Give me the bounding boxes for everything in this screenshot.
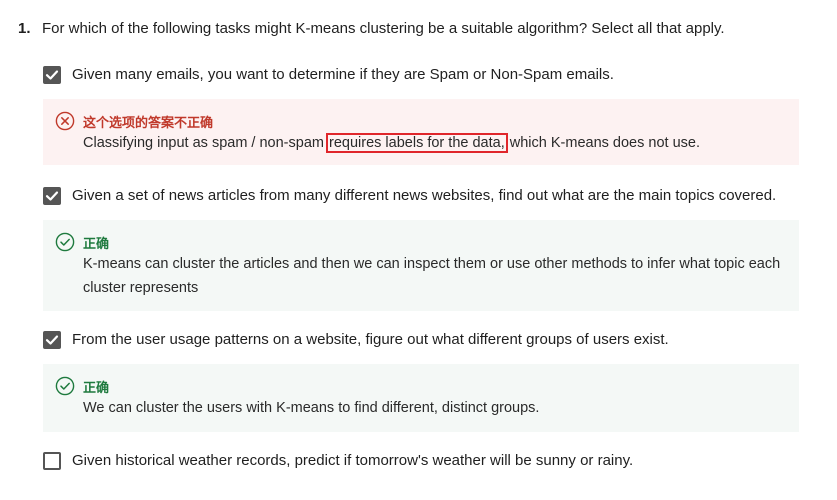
- check-circle-icon: [55, 376, 75, 396]
- feedback-text-before: Classifying input as spam / non-spam: [83, 135, 324, 151]
- feedback-option-2: 正确 K-means can cluster the articles and …: [43, 220, 799, 311]
- question-prompt: 1. For which of the following tasks might…: [18, 19, 817, 39]
- check-icon: [45, 70, 59, 80]
- x-circle-icon: [55, 111, 75, 131]
- option-4-label: Given historical weather records, predic…: [72, 452, 634, 469]
- checkbox-option-4[interactable]: [43, 452, 61, 470]
- feedback-title: 正确: [83, 379, 110, 395]
- option-1-label: Given many emails, you want to determine…: [72, 66, 614, 83]
- checkbox-option-3[interactable]: [43, 331, 61, 349]
- checkbox-option-1[interactable]: [43, 66, 61, 84]
- checkbox-option-2[interactable]: [43, 187, 61, 205]
- feedback-option-3: 正确 We can cluster the users with K-means…: [43, 364, 799, 432]
- feedback-title: 这个选项的答案不正确: [83, 114, 214, 130]
- question-text: For which of the following tasks might K…: [42, 20, 725, 37]
- feedback-text: Classifying input as spam / non-spam req…: [83, 131, 787, 155]
- feedback-title: 正确: [83, 235, 110, 251]
- check-icon: [45, 335, 59, 345]
- option-4[interactable]: Given historical weather records, predic…: [43, 451, 633, 471]
- option-2-label: Given a set of news articles from many d…: [72, 187, 777, 204]
- check-icon: [45, 191, 59, 201]
- feedback-text-after: which K-means does not use.: [509, 135, 700, 151]
- option-1[interactable]: Given many emails, you want to determine…: [43, 65, 614, 85]
- option-2[interactable]: Given a set of news articles from many d…: [43, 186, 776, 206]
- highlighted-phrase: requires labels for the data,: [326, 133, 508, 153]
- option-3[interactable]: From the user usage patterns on a websit…: [43, 330, 669, 350]
- feedback-text: K-means can cluster the articles and the…: [83, 256, 781, 296]
- option-3-label: From the user usage patterns on a websit…: [72, 331, 669, 348]
- feedback-option-1: 这个选项的答案不正确 Classifying input as spam / n…: [43, 99, 799, 165]
- feedback-text: We can cluster the users with K-means to…: [83, 400, 540, 416]
- question-number: 1.: [18, 20, 31, 37]
- check-circle-icon: [55, 232, 75, 252]
